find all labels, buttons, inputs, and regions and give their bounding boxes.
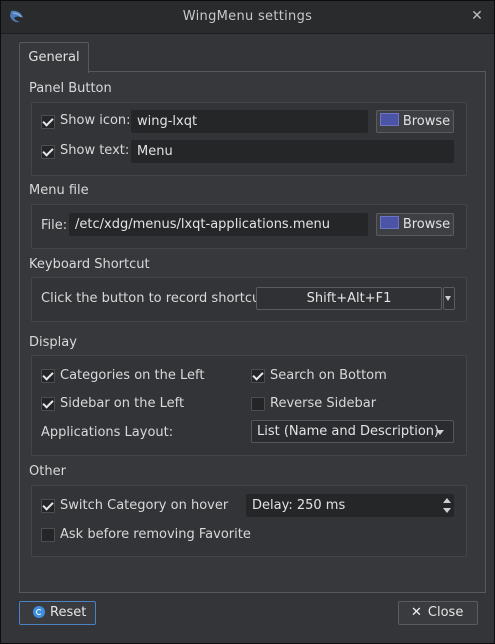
display-section-title: Display bbox=[29, 335, 77, 350]
close-icon: ✕ bbox=[411, 605, 422, 620]
reverse-sidebar-label: Reverse Sidebar bbox=[270, 396, 377, 411]
button-text-field[interactable]: Menu bbox=[131, 140, 454, 163]
hover-delay-spinbox[interactable]: Delay: 250 ms bbox=[246, 494, 454, 517]
switch-category-hover-label: Switch Category on hover bbox=[60, 498, 229, 513]
close-button[interactable]: ✕ Close bbox=[398, 601, 478, 625]
spin-down-icon[interactable] bbox=[443, 508, 451, 513]
reset-icon bbox=[33, 606, 45, 618]
sidebar-left-checkbox[interactable] bbox=[41, 397, 55, 411]
search-bottom-label: Search on Bottom bbox=[270, 368, 387, 383]
window-close-icon[interactable]: ✕ bbox=[468, 7, 486, 25]
browse-icon-button[interactable]: Browse bbox=[376, 110, 454, 133]
search-bottom-checkbox[interactable] bbox=[251, 369, 265, 383]
applications-layout-select[interactable]: List (Name and Description) bbox=[251, 420, 454, 443]
reverse-sidebar-checkbox[interactable] bbox=[251, 397, 265, 411]
file-label: File: bbox=[41, 218, 68, 233]
browse-menu-file-button-label: Browse bbox=[402, 217, 451, 232]
categories-left-label: Categories on the Left bbox=[60, 368, 205, 383]
spin-up-icon[interactable] bbox=[443, 498, 451, 503]
window-title: WingMenu settings bbox=[182, 9, 313, 24]
browse-icon-button-label: Browse bbox=[402, 114, 451, 129]
applications-layout-value: List (Name and Description) bbox=[257, 424, 440, 439]
tab-general[interactable]: General bbox=[19, 42, 89, 73]
keyboard-shortcut-section-title: Keyboard Shortcut bbox=[29, 257, 150, 272]
chevron-down-icon bbox=[436, 430, 444, 435]
icon-name-field[interactable]: wing-lxqt bbox=[131, 110, 368, 133]
show-icon-label: Show icon: bbox=[60, 113, 131, 128]
folder-icon bbox=[379, 216, 399, 229]
other-section-title: Other bbox=[29, 464, 66, 479]
hover-delay-value: Delay: 250 ms bbox=[252, 498, 346, 513]
ask-remove-favorite-label: Ask before removing Favorite bbox=[60, 527, 251, 542]
switch-category-hover-checkbox[interactable] bbox=[41, 499, 55, 513]
categories-left-checkbox[interactable] bbox=[41, 369, 55, 383]
shortcut-instruction-label: Click the button to record shortcut: bbox=[41, 291, 270, 306]
sidebar-left-label: Sidebar on the Left bbox=[60, 396, 185, 411]
panel-button-section-title: Panel Button bbox=[29, 81, 112, 96]
show-text-label: Show text: bbox=[60, 143, 130, 158]
record-shortcut-button[interactable]: Shift+Alt+F1 bbox=[256, 287, 442, 310]
reset-button[interactable]: Reset bbox=[19, 601, 96, 625]
settings-window: WingMenu settings ✕ General Panel Button… bbox=[0, 0, 495, 644]
show-icon-checkbox[interactable] bbox=[41, 115, 55, 129]
browse-menu-file-button[interactable]: Browse bbox=[376, 213, 454, 236]
chevron-down-icon bbox=[445, 296, 451, 301]
folder-icon bbox=[379, 113, 399, 126]
reset-button-label: Reset bbox=[50, 605, 87, 620]
shortcut-menu-button[interactable] bbox=[443, 287, 455, 310]
menu-file-path-field[interactable]: /etc/xdg/menus/lxqt-applications.menu bbox=[69, 213, 368, 236]
applications-layout-label: Applications Layout: bbox=[41, 425, 174, 440]
ask-remove-favorite-checkbox[interactable] bbox=[41, 528, 55, 542]
show-text-checkbox[interactable] bbox=[41, 145, 55, 159]
close-button-label: Close bbox=[427, 605, 464, 620]
title-bar: WingMenu settings ✕ bbox=[1, 1, 494, 34]
menu-file-section-title: Menu file bbox=[29, 183, 89, 198]
